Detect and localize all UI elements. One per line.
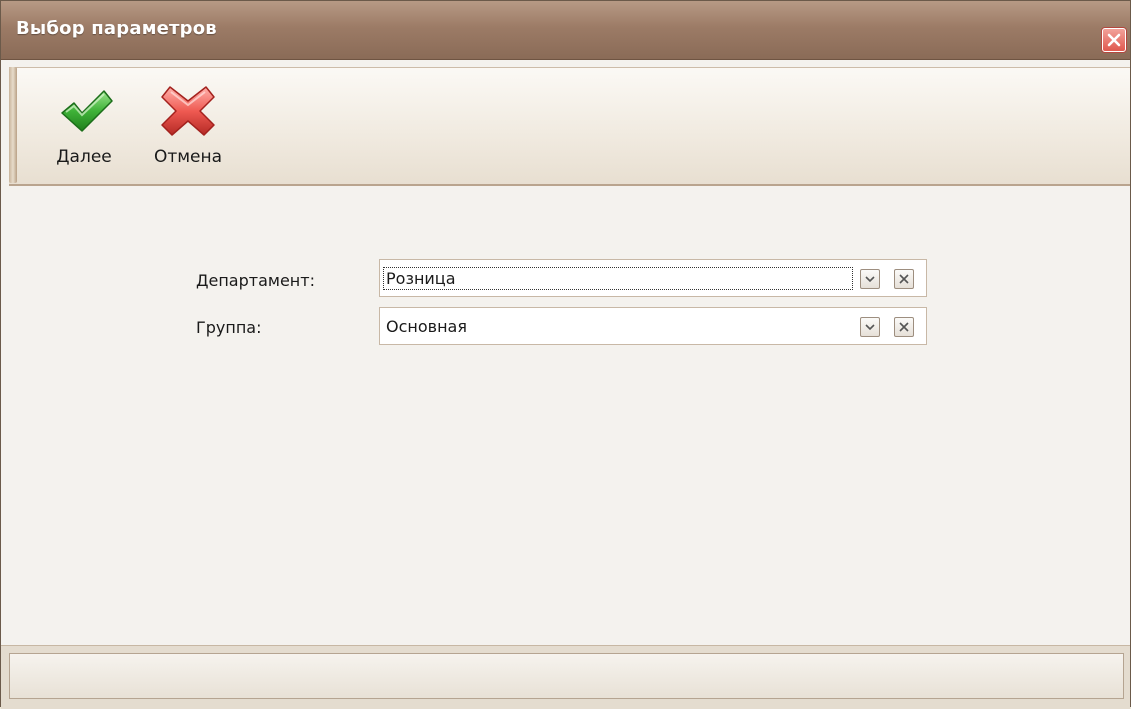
cancel-label: Отмена — [153, 147, 223, 167]
department-label: Департамент: — [196, 271, 315, 290]
close-button[interactable] — [1102, 28, 1126, 52]
chevron-down-icon — [865, 276, 875, 283]
department-combo[interactable]: Розница — [379, 259, 927, 297]
department-value[interactable]: Розница — [383, 267, 853, 290]
group-label: Группа: — [196, 318, 262, 337]
next-button[interactable]: Далее — [41, 81, 127, 179]
group-combo[interactable]: Основная — [379, 307, 927, 345]
red-x-icon — [161, 86, 215, 136]
cancel-button[interactable]: Отмена — [145, 81, 231, 179]
group-value[interactable]: Основная — [384, 316, 469, 337]
department-dropdown-button[interactable] — [860, 269, 880, 289]
status-bar — [9, 653, 1124, 699]
group-clear-button[interactable] — [894, 317, 914, 337]
clear-x-icon — [899, 274, 909, 284]
chevron-down-icon — [865, 324, 875, 331]
next-label: Далее — [56, 147, 112, 167]
group-dropdown-button[interactable] — [860, 317, 880, 337]
title-bar: Выбор параметров — [1, 1, 1130, 60]
department-clear-button[interactable] — [894, 269, 914, 289]
close-icon — [1107, 33, 1121, 47]
dialog-window: Выбор параметров Далее Отмена Департамен… — [0, 0, 1131, 709]
window-title: Выбор параметров — [16, 18, 217, 39]
checkmark-icon — [61, 90, 113, 132]
clear-x-icon — [899, 322, 909, 332]
toolbar-grip[interactable] — [9, 67, 17, 183]
